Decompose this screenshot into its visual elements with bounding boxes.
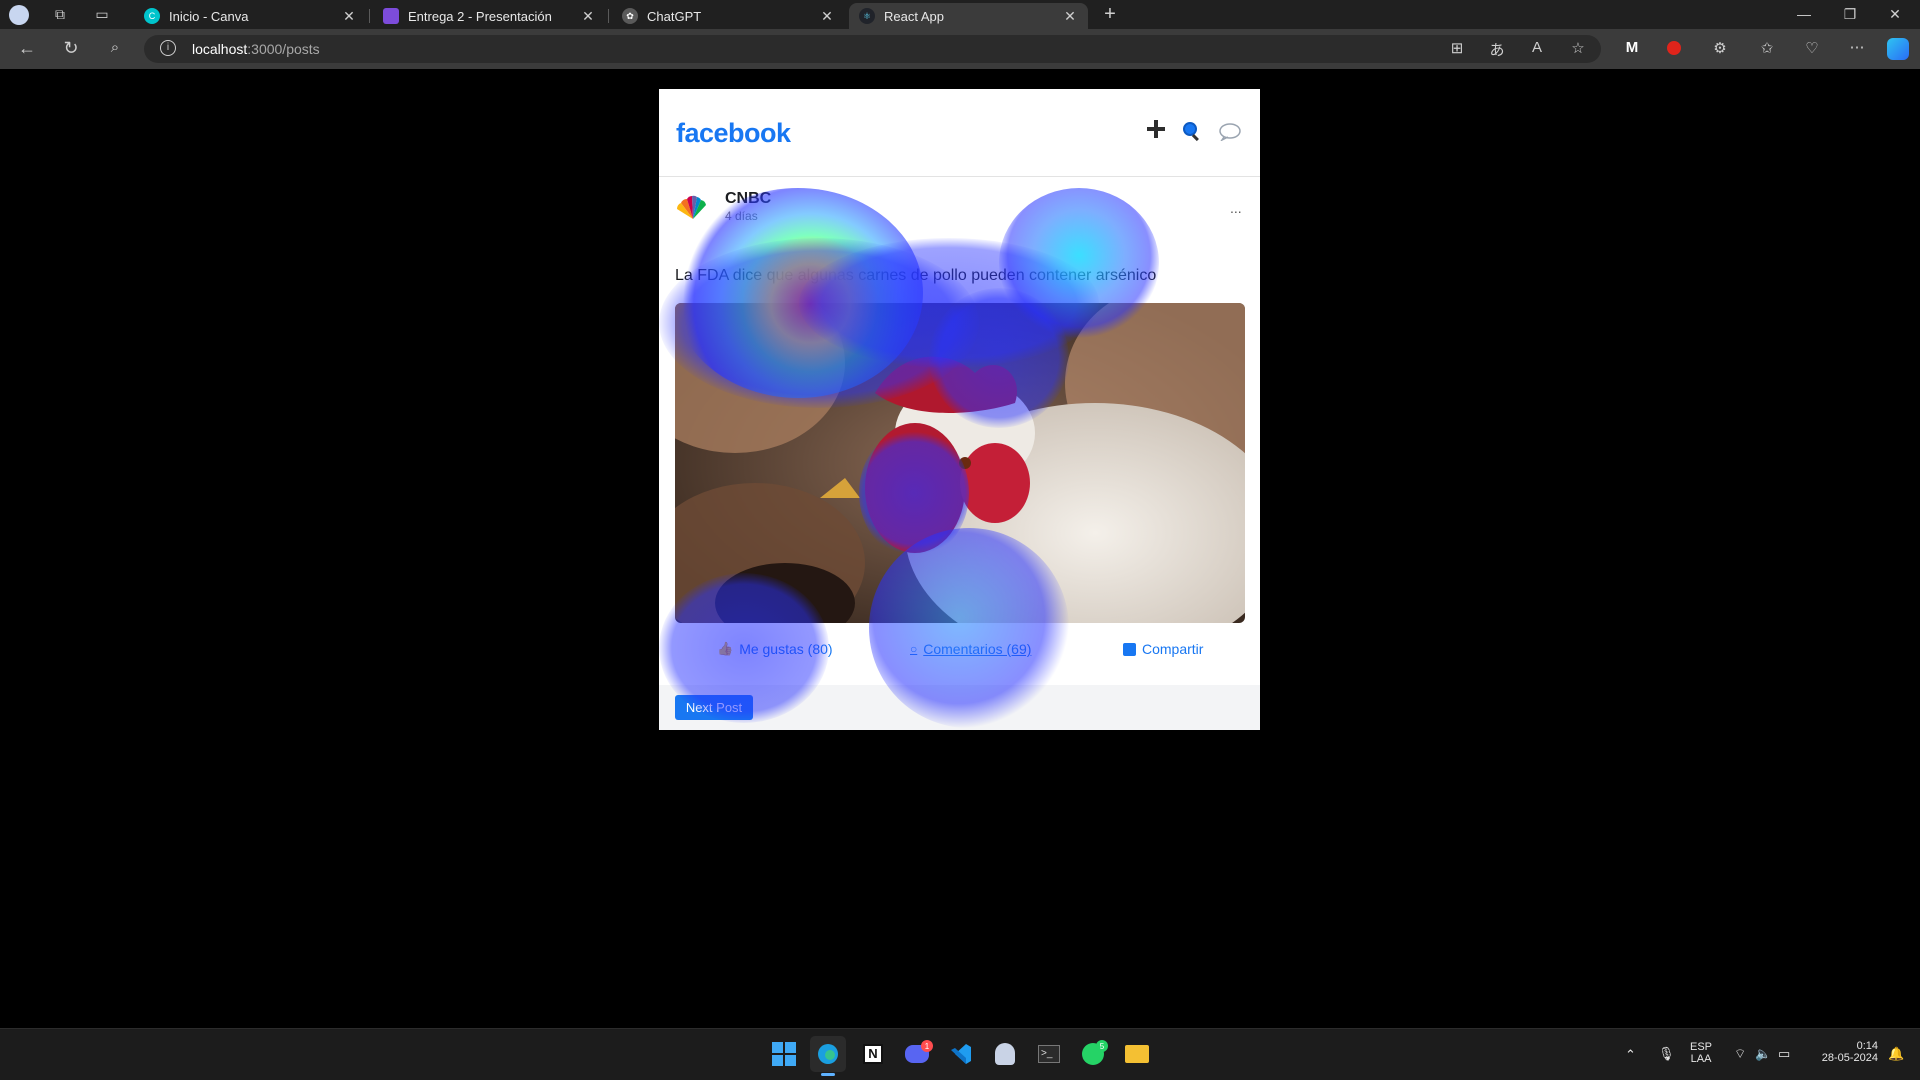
post-time: 4 días — [725, 209, 758, 223]
url-host: localhost — [192, 41, 248, 57]
minimize-button[interactable]: — — [1794, 6, 1814, 22]
chatgpt-favicon-icon: ✿ — [622, 8, 638, 24]
next-post-button[interactable]: Next Post — [675, 695, 753, 720]
discord-badge: 1 — [921, 1040, 933, 1052]
url-path: :3000/posts — [247, 41, 320, 57]
close-tab-icon[interactable]: ✕ — [580, 8, 596, 25]
whatsapp-badge: 5 — [1096, 1040, 1108, 1052]
message-icon[interactable] — [1218, 123, 1242, 142]
extensions-icon[interactable]: ⚙ — [1708, 39, 1732, 57]
close-window-button[interactable]: ✕ — [1885, 6, 1905, 23]
settings-menu-icon[interactable]: ⋯ — [1845, 38, 1869, 56]
battery-icon[interactable]: ▭ — [1778, 1046, 1790, 1062]
new-tab-button[interactable]: + — [1099, 3, 1121, 26]
tab-presentacion[interactable]: Entrega 2 - Presentación ✕ — [373, 3, 606, 29]
workspaces-icon[interactable]: ⧉ — [50, 6, 70, 23]
show-hidden-icons[interactable]: ⌃ — [1625, 1047, 1636, 1063]
restore-button[interactable]: ❐ — [1840, 6, 1860, 23]
close-tab-icon[interactable]: ✕ — [819, 8, 835, 25]
language-indicator[interactable]: ESP LAA — [1690, 1041, 1712, 1065]
tab-canva[interactable]: C Inicio - Canva ✕ — [134, 3, 367, 29]
wifi-icon[interactable]: ⌔ — [1734, 1046, 1746, 1062]
tab-chatgpt[interactable]: ✿ ChatGPT ✕ — [612, 3, 845, 29]
notion-icon[interactable]: N — [855, 1036, 891, 1072]
favorite-star-icon[interactable]: ☆ — [1566, 39, 1590, 57]
volume-icon[interactable]: 🔈 — [1755, 1046, 1771, 1062]
canva-favicon-icon: C — [144, 8, 160, 24]
share-label: Compartir — [1142, 641, 1204, 657]
read-aloud-icon[interactable]: A — [1525, 39, 1549, 56]
copilot-icon[interactable] — [1887, 38, 1909, 60]
comments-button[interactable]: ○ Comentarios (69) — [910, 641, 1031, 657]
clock-time: 0:14 — [1856, 1040, 1878, 1052]
tab-title: React App — [884, 8, 944, 24]
site-info-icon[interactable]: i — [160, 40, 176, 56]
tab-title: Inicio - Canva — [169, 8, 249, 24]
clock-date: 28-05-2024 — [1821, 1052, 1878, 1064]
tab-title: ChatGPT — [647, 8, 702, 24]
clock[interactable]: 0:14 28-05-2024 — [1812, 1040, 1878, 1064]
plus-icon[interactable] — [1145, 118, 1167, 140]
profile-avatar[interactable] — [9, 5, 29, 25]
edge-active-indicator — [821, 1073, 835, 1076]
back-icon[interactable]: ← — [15, 38, 39, 59]
keyboard-layout: LAA — [1690, 1053, 1712, 1065]
tab-separator — [369, 9, 370, 23]
shield-favicon-icon — [383, 8, 399, 24]
post-more-button[interactable]: ... — [1230, 200, 1242, 216]
facebook-logo[interactable]: facebook — [676, 118, 791, 149]
like-label: Me gustas (80) — [739, 641, 833, 657]
thumbs-up-icon: 👍 — [717, 641, 734, 656]
notifications-icon[interactable]: 🔔 — [1888, 1046, 1904, 1062]
close-tab-icon[interactable]: ✕ — [1062, 8, 1078, 25]
favorites-icon[interactable]: ✩ — [1755, 39, 1779, 57]
share-icon — [1123, 642, 1136, 656]
chicken-photo[interactable] — [675, 303, 1245, 623]
url-text[interactable]: localhost:3000/posts — [192, 41, 320, 57]
search-icon[interactable] — [1181, 120, 1203, 142]
app-icon[interactable] — [987, 1036, 1023, 1072]
terminal-icon[interactable]: >_ — [1031, 1036, 1067, 1072]
close-tab-icon[interactable]: ✕ — [341, 8, 357, 25]
tab-react-app[interactable]: ⚛ React App ✕ — [849, 3, 1088, 29]
app-available-icon[interactable]: ⊞ — [1445, 39, 1469, 57]
like-button[interactable]: 👍 Me gustas (80) — [717, 641, 833, 657]
translate-icon[interactable]: あ — [1485, 39, 1509, 60]
address-bar[interactable] — [144, 35, 1601, 63]
windows-start-icon[interactable] — [766, 1036, 802, 1072]
react-favicon-icon: ⚛ — [859, 8, 875, 24]
vscode-icon[interactable] — [943, 1036, 979, 1072]
tab-separator — [608, 9, 609, 23]
vertical-tabs-icon[interactable]: ▭ — [92, 6, 112, 23]
post-text: La FDA dice que algunas carnes de pollo … — [675, 267, 1157, 284]
post-author[interactable]: CNBC — [725, 190, 771, 208]
extension-red-icon[interactable] — [1667, 41, 1681, 55]
browser-essentials-icon[interactable]: ♡ — [1800, 39, 1824, 57]
tab-title: Entrega 2 - Presentación — [408, 8, 552, 24]
refresh-icon[interactable]: ↻ — [59, 38, 83, 59]
file-explorer-icon[interactable] — [1119, 1036, 1155, 1072]
edge-icon[interactable] — [810, 1036, 846, 1072]
search-icon[interactable]: ⌕ — [103, 39, 127, 56]
microphone-icon[interactable]: 🎙 — [1658, 1046, 1675, 1062]
language-code: ESP — [1690, 1041, 1713, 1053]
extension-m-icon[interactable]: M — [1620, 39, 1644, 56]
share-button[interactable]: Compartir — [1123, 641, 1203, 657]
comment-bubble-icon: ○ — [910, 642, 918, 656]
comments-label: Comentarios (69) — [923, 641, 1032, 657]
cnbc-avatar[interactable] — [675, 193, 711, 221]
